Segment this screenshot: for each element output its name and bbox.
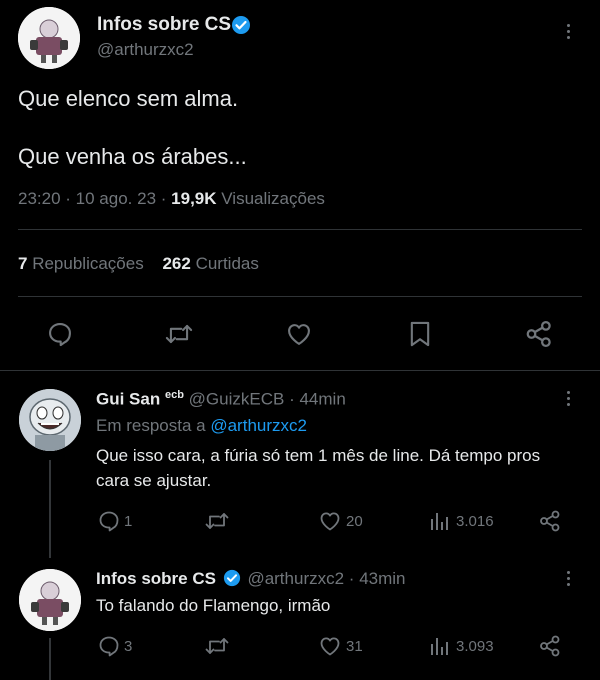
more-options-icon[interactable] bbox=[567, 568, 570, 589]
reply-action-reply[interactable]: 1 bbox=[97, 509, 132, 533]
reply-author-handle[interactable]: @arthurzxc2 bbox=[247, 569, 344, 588]
reply-action-reply[interactable]: 3 bbox=[97, 634, 132, 658]
like-icon[interactable] bbox=[285, 320, 313, 348]
reply-author-handle[interactable]: @GuizkECB bbox=[189, 390, 285, 409]
like-icon bbox=[318, 509, 342, 533]
reply-action-views[interactable]: 3.016 bbox=[428, 509, 494, 533]
tweet-date[interactable]: 10 ago. 23 bbox=[76, 189, 156, 208]
view-count: 3.093 bbox=[456, 637, 494, 655]
retweet-icon[interactable] bbox=[164, 320, 194, 348]
retweet-icon[interactable] bbox=[204, 634, 230, 658]
tweet-meta: 23:20 · 10 ago. 23 · 19,9K Visualizações bbox=[18, 189, 325, 208]
reposts-label: Republicações bbox=[32, 254, 144, 273]
author-handle[interactable]: @arthurzxc2 bbox=[97, 40, 194, 60]
divider bbox=[0, 370, 600, 371]
reply-action-like[interactable]: 31 bbox=[318, 634, 363, 658]
retweet-icon[interactable] bbox=[204, 509, 230, 533]
tweet-text-line-2: Que venha os árabes... bbox=[18, 144, 247, 169]
divider bbox=[18, 229, 582, 230]
reply-avatar[interactable] bbox=[19, 389, 81, 451]
like-count: 31 bbox=[346, 637, 363, 655]
more-options-icon[interactable] bbox=[567, 21, 570, 42]
reply-text-line-1: To falando do Flamengo, irmão bbox=[96, 596, 331, 615]
reply-author-name[interactable]: Infos sobre CS bbox=[96, 569, 216, 588]
likes-stat[interactable]: 262 Curtidas bbox=[162, 254, 258, 273]
reply-author-name[interactable]: Gui San bbox=[96, 390, 160, 409]
reposts-stat[interactable]: 7 Republicações bbox=[18, 254, 148, 273]
engagement-stats: 7 Republicações 262 Curtidas bbox=[18, 254, 259, 274]
reply-count: 1 bbox=[124, 512, 133, 530]
tweet-text-line-1: Que elenco sem alma. bbox=[18, 86, 239, 111]
share-icon[interactable] bbox=[538, 509, 562, 533]
reply-to: Em resposta a @arthurzxc2 bbox=[96, 416, 307, 436]
reply-to-prefix: Em resposta a bbox=[96, 416, 206, 435]
reply-author-superscript: ecb bbox=[164, 389, 184, 401]
author-name[interactable]: Infos sobre CS bbox=[97, 14, 231, 36]
views-icon bbox=[428, 634, 452, 658]
share-icon[interactable] bbox=[538, 634, 562, 658]
reply-header: Infos sobre CS @arthurzxc2 · 43min bbox=[96, 569, 406, 588]
reply-time[interactable]: 43min bbox=[359, 569, 405, 588]
views-label: Visualizações bbox=[221, 189, 325, 208]
more-options-icon[interactable] bbox=[567, 388, 570, 409]
reply-icon bbox=[97, 509, 121, 533]
reposts-count: 7 bbox=[18, 254, 28, 273]
verified-badge-icon bbox=[223, 569, 241, 587]
reply-action-like[interactable]: 20 bbox=[318, 509, 363, 533]
reply-to-handle[interactable]: @arthurzxc2 bbox=[210, 416, 307, 435]
views-count: 19,9K bbox=[171, 189, 217, 208]
verified-badge-icon bbox=[231, 15, 251, 35]
reply-header: Gui San ecb @GuizkECB · 44min bbox=[96, 389, 346, 409]
tweet-time[interactable]: 23:20 bbox=[18, 189, 61, 208]
reply-avatar[interactable] bbox=[19, 569, 81, 631]
thread-line bbox=[49, 460, 51, 558]
reply-icon bbox=[97, 634, 121, 658]
reply-text-line-1: Que isso cara, a fúria só tem 1 mês de l… bbox=[96, 446, 541, 465]
author-avatar[interactable] bbox=[18, 7, 80, 69]
view-count: 3.016 bbox=[456, 512, 494, 530]
like-count: 20 bbox=[346, 512, 363, 530]
reply-text-line-2: cara se ajustar. bbox=[96, 471, 212, 490]
reply-icon[interactable] bbox=[46, 320, 74, 348]
views-icon bbox=[428, 509, 452, 533]
likes-label: Curtidas bbox=[195, 254, 259, 273]
like-icon bbox=[318, 634, 342, 658]
share-icon[interactable] bbox=[524, 319, 554, 349]
reply-action-views[interactable]: 3.093 bbox=[428, 634, 494, 658]
reply-count: 3 bbox=[124, 637, 133, 655]
divider bbox=[18, 296, 582, 297]
likes-count: 262 bbox=[162, 254, 191, 273]
bookmark-icon[interactable] bbox=[407, 320, 433, 348]
thread-line bbox=[49, 638, 51, 680]
reply-time[interactable]: 44min bbox=[299, 390, 345, 409]
